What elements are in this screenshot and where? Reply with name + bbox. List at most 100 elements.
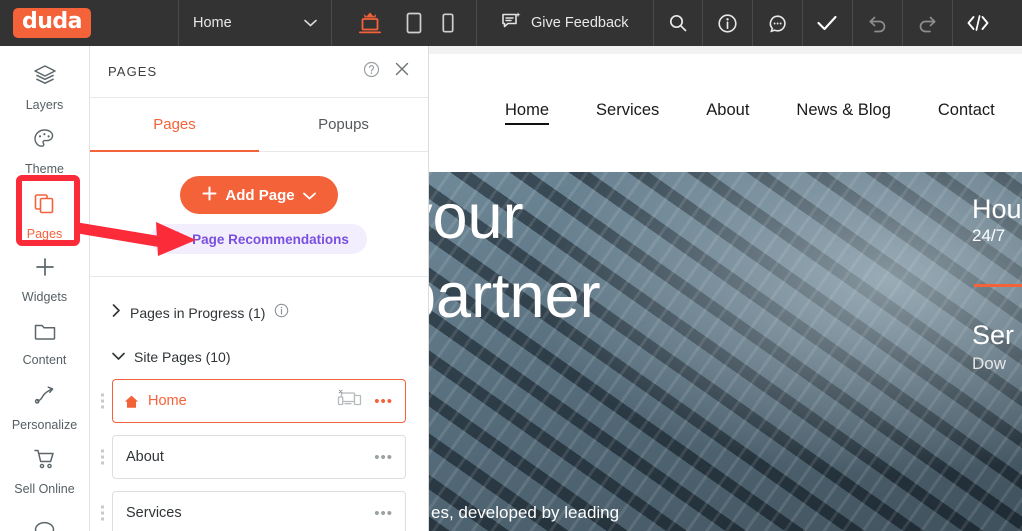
sidebar-item-widgets[interactable]: Widgets	[0, 248, 89, 312]
sidebar-item-label: Pages	[26, 226, 63, 241]
sidebar-item-personalize[interactable]: Personalize	[0, 376, 89, 440]
sidebar-item-label: Theme	[25, 162, 64, 176]
sidebar-item-label: Sell Online	[14, 482, 75, 496]
side-card-title: Hou	[972, 194, 1022, 224]
chat-bubble-icon	[33, 520, 56, 531]
chevron-down-icon	[304, 15, 317, 31]
group-site-pages[interactable]: Site Pages (10)	[90, 335, 428, 379]
personalize-icon	[33, 384, 57, 411]
page-item-actions: •••	[336, 389, 405, 414]
give-feedback-label: Give Feedback	[531, 15, 629, 31]
sidebar-item-chat[interactable]	[0, 504, 89, 531]
home-icon	[124, 394, 139, 409]
chevron-down-icon	[302, 187, 316, 204]
page-name: Home	[148, 393, 187, 409]
tablet-icon[interactable]	[406, 12, 422, 34]
group-pages-in-progress[interactable]: Pages in Progress (1)	[90, 291, 428, 335]
pages-panel: PAGES Pages Popups Add Page Page Recomme…	[90, 46, 429, 531]
nav-link-news-blog[interactable]: News & Blog	[796, 101, 890, 125]
sidebar-item-label: Personalize	[11, 418, 78, 432]
add-page-label: Add Page	[225, 186, 295, 204]
drag-handle[interactable]	[101, 449, 104, 465]
device-switcher	[332, 0, 476, 46]
page-item-actions: •••	[374, 506, 405, 521]
left-sidebar: Layers Theme Pages Widgets Content Perso…	[0, 46, 90, 531]
side-card-subtitle: 24/7	[972, 226, 1006, 245]
hero-heading-line1: your	[429, 182, 524, 252]
redo-icon[interactable]	[903, 0, 953, 46]
undo-icon[interactable]	[853, 0, 903, 46]
tab-pages[interactable]: Pages	[90, 98, 259, 152]
page-list-item-services[interactable]: Services •••	[101, 491, 406, 531]
chevron-down-icon	[112, 348, 125, 366]
page-recommendations-label: Page Recommendations	[192, 231, 349, 247]
side-card-title-2: Ser	[972, 320, 1015, 350]
group-label: Site Pages (10)	[134, 349, 231, 365]
sidebar-item-pages[interactable]: Pages	[0, 184, 89, 248]
sidebar-item-sell-online[interactable]: Sell Online	[0, 440, 89, 504]
more-options-icon[interactable]: •••	[374, 506, 393, 521]
sidebar-item-theme[interactable]: Theme	[0, 120, 89, 184]
palette-icon	[33, 128, 56, 155]
drag-handle[interactable]	[101, 505, 104, 521]
duda-logo[interactable]: duda	[13, 7, 92, 39]
desktop-crown-icon[interactable]	[354, 9, 386, 37]
tab-popups[interactable]: Popups	[259, 98, 428, 151]
comment-icon[interactable]	[753, 0, 803, 46]
nav-link-contact[interactable]: Contact	[938, 101, 995, 125]
folder-icon	[33, 321, 57, 346]
add-page-button[interactable]: Add Page	[180, 176, 338, 214]
page-selector-dropdown[interactable]: Home	[179, 0, 331, 46]
sidebar-item-label: Widgets	[21, 290, 68, 304]
sidebar-item-label: Content	[22, 353, 67, 367]
page-item-actions: •••	[374, 450, 405, 465]
side-card-subtitle-2: Dow	[972, 354, 1007, 373]
info-circle-icon[interactable]	[274, 303, 289, 323]
page-name: Services	[126, 505, 182, 521]
devices-hidden-icon[interactable]	[336, 389, 362, 414]
page-list: Home ••• About ••• Services •••	[90, 379, 428, 531]
mobile-icon[interactable]	[442, 13, 454, 33]
drag-handle[interactable]	[101, 393, 104, 409]
help-circle-icon[interactable]	[363, 61, 380, 83]
panel-header: PAGES	[90, 46, 428, 98]
more-options-icon[interactable]: •••	[374, 450, 393, 465]
checkmark-icon[interactable]	[803, 0, 853, 46]
cart-icon	[33, 448, 57, 475]
panel-title: PAGES	[108, 64, 158, 79]
info-icon[interactable]	[703, 0, 753, 46]
give-feedback-button[interactable]: Give Feedback	[477, 0, 653, 46]
canvas-top-strip	[429, 46, 1022, 54]
hero-heading-line2: partner	[429, 260, 601, 331]
search-icon[interactable]	[652, 0, 703, 46]
side-card-divider	[974, 284, 1022, 287]
page-list-item-about[interactable]: About •••	[101, 435, 406, 479]
site-preview-canvas: Home Services About News & Blog Contact …	[429, 46, 1022, 531]
tab-label: Pages	[153, 116, 196, 133]
more-options-icon[interactable]: •••	[374, 394, 393, 409]
hero-subtitle: es, developed by leading	[431, 503, 620, 522]
nav-link-home[interactable]: Home	[505, 101, 550, 125]
page-recommendations-button[interactable]: Page Recommendations	[151, 224, 367, 254]
page-list-item-home[interactable]: Home •••	[101, 379, 406, 423]
nav-link-about[interactable]: About	[706, 101, 749, 125]
toolbar-icon-group	[652, 0, 1003, 46]
chevron-right-icon	[112, 304, 121, 322]
sparkle-icon	[169, 230, 184, 248]
code-icon[interactable]	[953, 0, 1003, 46]
sidebar-item-layers[interactable]: Layers	[0, 56, 89, 120]
close-icon[interactable]	[394, 61, 410, 82]
layers-icon	[33, 64, 57, 91]
top-toolbar: duda Home Give Feedback	[0, 0, 1022, 46]
nav-link-services[interactable]: Services	[596, 101, 659, 125]
sidebar-item-content[interactable]: Content	[0, 312, 89, 376]
page-name: About	[126, 449, 164, 465]
feedback-bubble-icon	[501, 11, 521, 35]
panel-actions: Add Page Page Recommendations	[90, 152, 428, 276]
sidebar-item-label: Layers	[25, 98, 64, 112]
hero-heading: your partner	[429, 178, 601, 336]
site-navigation: Home Services About News & Blog Contact	[429, 54, 1022, 172]
plus-icon	[202, 186, 217, 205]
hero-section: your partner es, developed by leading Ho…	[429, 172, 1022, 531]
logo-container: duda	[0, 0, 178, 46]
